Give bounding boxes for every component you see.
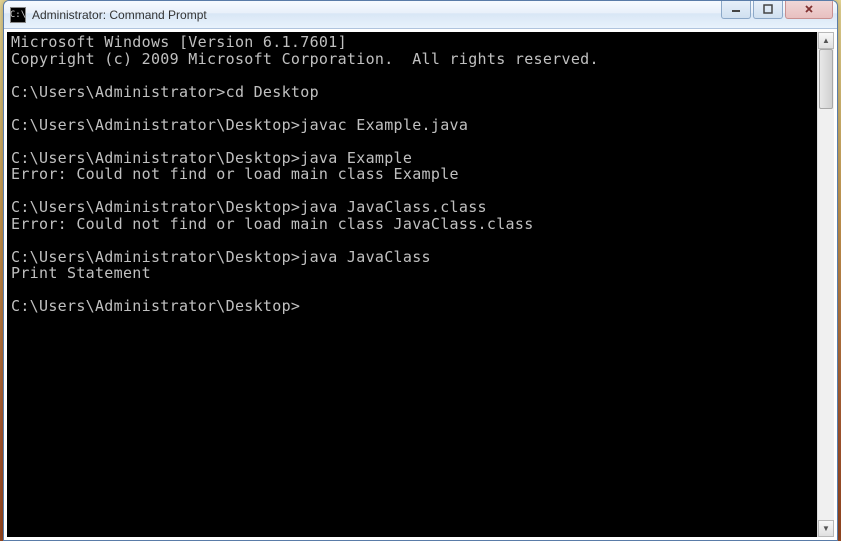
scroll-up-button[interactable]: ▲ (818, 32, 834, 49)
scroll-thumb[interactable] (819, 49, 833, 109)
maximize-button[interactable] (753, 0, 783, 19)
window-controls (721, 0, 833, 19)
console-area: Microsoft Windows [Version 6.1.7601] Cop… (4, 29, 837, 540)
scroll-track[interactable] (818, 49, 834, 520)
minimize-button[interactable] (721, 0, 751, 19)
titlebar[interactable]: C:\ Administrator: Command Prompt (4, 1, 837, 29)
console-output[interactable]: Microsoft Windows [Version 6.1.7601] Cop… (7, 32, 817, 537)
scroll-down-button[interactable]: ▼ (818, 520, 834, 537)
minimize-icon (730, 4, 742, 14)
window-title: Administrator: Command Prompt (32, 8, 833, 22)
cmd-icon: C:\ (10, 7, 26, 23)
close-icon (803, 4, 815, 14)
maximize-icon (762, 4, 774, 14)
close-button[interactable] (785, 0, 833, 19)
vertical-scrollbar[interactable]: ▲ ▼ (817, 32, 834, 537)
command-prompt-window: C:\ Administrator: Command Prompt Micros… (3, 0, 838, 541)
